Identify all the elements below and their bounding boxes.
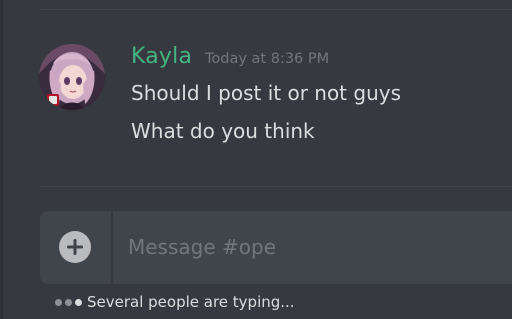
message-author[interactable]: Kayla [131, 42, 192, 72]
message-input[interactable] [128, 229, 508, 265]
composer-separator [111, 211, 113, 284]
chat-view: Kayla Today at 8:36 PM Should I post it … [0, 0, 512, 319]
typing-dot [65, 298, 72, 306]
message-composer [40, 211, 512, 284]
typing-text: Several people are typing... [87, 293, 295, 311]
message-divider-bottom [40, 186, 512, 187]
typing-dots-icon [55, 298, 82, 306]
message-line-2: What do you think [131, 119, 315, 143]
message-divider-top [40, 9, 512, 10]
typing-indicator: Several people are typing... [55, 291, 295, 313]
avatar-image [39, 44, 105, 110]
channel-sidebar-edge [0, 0, 3, 319]
plus-circle-icon[interactable] [59, 231, 91, 263]
typing-dot [55, 298, 62, 306]
message-timestamp: Today at 8:36 PM [205, 51, 330, 67]
avatar[interactable] [39, 44, 105, 110]
message-line-1: Should I post it or not guys [131, 81, 402, 105]
typing-dot [75, 298, 82, 306]
